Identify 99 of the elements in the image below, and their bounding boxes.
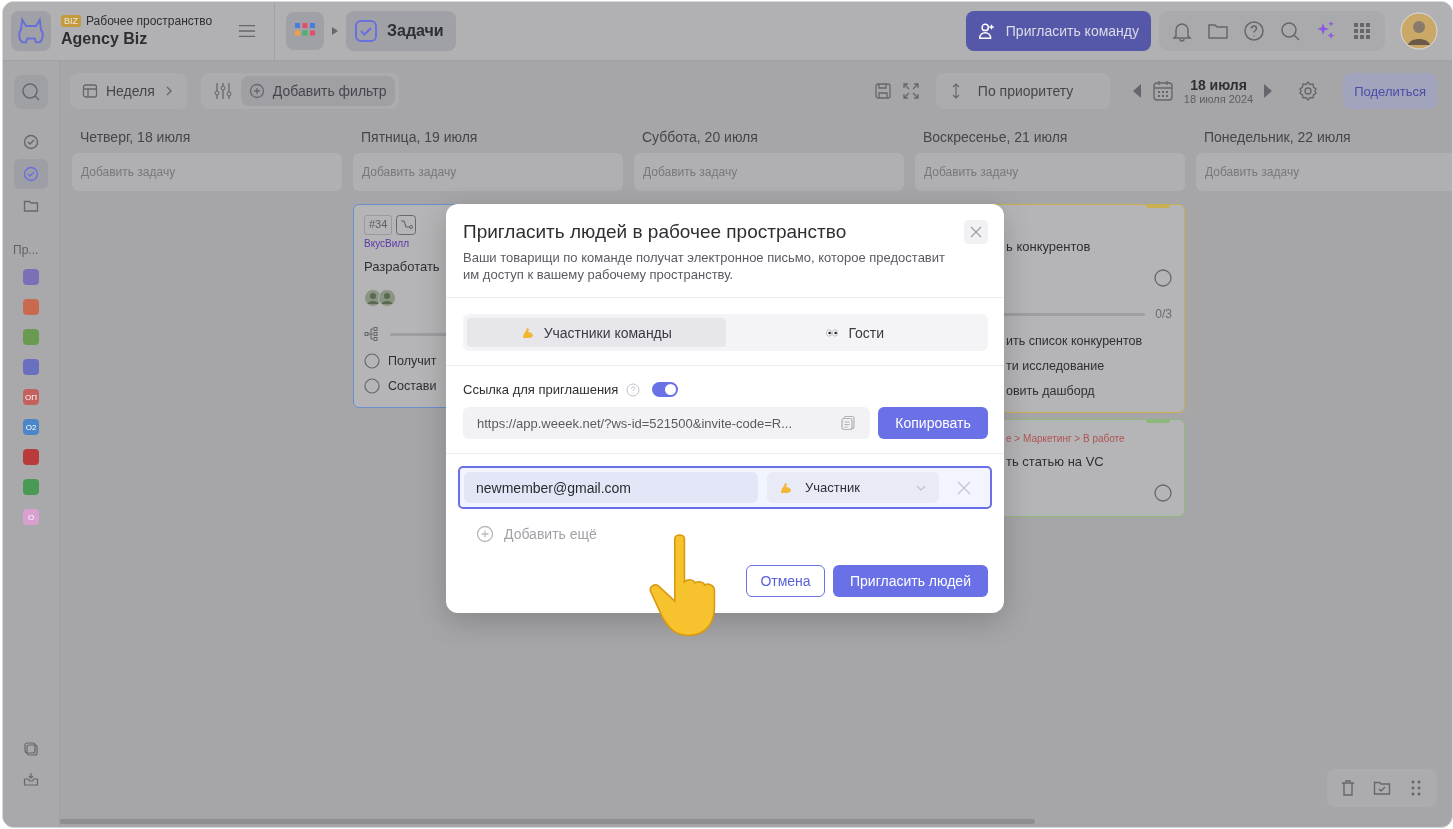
remove-icon[interactable]	[956, 479, 972, 496]
plus-circle-icon	[248, 83, 265, 99]
flexed-arm-icon	[520, 325, 535, 340]
card-flag	[1146, 419, 1170, 423]
check-circle-icon	[23, 166, 39, 182]
add-task-field[interactable]: Добавить задачу	[915, 153, 1185, 191]
help-icon[interactable]	[1243, 20, 1265, 42]
subtask-text: Состави	[388, 379, 437, 393]
task-path: е > Маркетинг > В работе	[1006, 433, 1125, 444]
check-circle-icon	[23, 134, 39, 150]
subtask-text: ить список конкурентов	[1006, 334, 1143, 348]
day-heading: Воскресенье, 21 июля	[922, 129, 1069, 147]
add-task-field[interactable]: Добавить задачу	[72, 153, 342, 191]
task-title: ь конкурентов	[1006, 239, 1091, 254]
add-user-icon	[977, 22, 996, 40]
sort-button[interactable]: По приоритету	[935, 73, 1110, 109]
folder-icon	[23, 198, 39, 214]
expand-icon[interactable]	[901, 82, 920, 100]
invite-link-label: Ссылка для приглашения	[463, 382, 619, 397]
week-view-button[interactable]: Неделя	[70, 73, 187, 109]
grid-icon[interactable]	[1351, 20, 1373, 42]
plus-circle-icon	[476, 525, 494, 543]
folder-check-icon[interactable]	[1373, 779, 1391, 797]
calendar-icon[interactable]	[1151, 80, 1174, 102]
workspace-badge: BIZ	[61, 15, 81, 27]
role-dropdown[interactable]: Участник	[767, 472, 939, 503]
subtasks-tree-icon	[364, 326, 380, 342]
workspace-label: Рабочее пространство	[86, 14, 213, 28]
task-done-circle[interactable]	[1154, 269, 1172, 287]
copy-icon[interactable]	[840, 415, 856, 431]
avatar-icon	[378, 289, 396, 307]
tasks-breadcrumb[interactable]: Задачи	[346, 11, 456, 51]
share-button[interactable]: Поделиться	[1343, 73, 1437, 109]
add-task-field[interactable]: Добавить задачу	[353, 153, 623, 191]
current-date-full: 18 июля 2024	[1183, 93, 1254, 105]
task-done-circle[interactable]	[1154, 484, 1172, 502]
link-icon	[396, 215, 417, 235]
inbox-icon[interactable]	[23, 771, 39, 787]
project-icon[interactable]	[23, 359, 39, 375]
invite-link-toggle[interactable]	[652, 382, 679, 397]
apps-grid-icon[interactable]	[286, 12, 324, 50]
project-icon[interactable]: ОП	[23, 389, 39, 405]
project-icon[interactable]	[23, 269, 39, 285]
day-heading: Суббота, 20 июля	[641, 129, 759, 147]
day-heading: Четверг, 18 июля	[79, 129, 192, 147]
project-icon[interactable]	[23, 479, 39, 495]
horizontal-scrollbar[interactable]	[60, 819, 1035, 824]
copy-button[interactable]: Копировать	[878, 407, 988, 439]
invite-people-button[interactable]: Пригласить людей	[833, 565, 988, 597]
dialog-title: Пригласить людей в рабочее пространство	[463, 221, 847, 243]
previous-icon[interactable]	[1131, 84, 1142, 98]
day-heading: Понедельник, 22 июля	[1203, 129, 1352, 147]
bell-icon[interactable]	[1171, 20, 1193, 42]
calendar-view-icon	[82, 83, 98, 99]
search-icon[interactable]	[1279, 20, 1301, 42]
help-icon[interactable]	[626, 382, 641, 397]
add-task-field[interactable]: Добавить задачу	[634, 153, 904, 191]
subtask-text: ти исследование	[1006, 359, 1105, 373]
cat-logo-icon[interactable]	[11, 11, 51, 51]
sidebar-nav-item[interactable]	[14, 159, 48, 189]
add-task-field[interactable]: Добавить задачу	[1196, 153, 1452, 191]
subtask-count: 0/3	[1155, 307, 1172, 321]
chevron-icon	[332, 27, 338, 35]
current-date: 18 июля	[1190, 77, 1247, 93]
user-avatar[interactable]	[1400, 12, 1438, 50]
workspace-name[interactable]: Agency Biz	[61, 30, 213, 48]
trash-icon[interactable]	[1339, 779, 1357, 797]
day-heading: Пятница, 19 июля	[360, 129, 479, 147]
project-icon[interactable]	[23, 449, 39, 465]
email-field[interactable]: newmember@gmail.com	[464, 472, 758, 503]
task-title: Разработать	[364, 259, 440, 274]
close-icon[interactable]	[964, 220, 988, 244]
menu-icon[interactable]	[238, 24, 256, 38]
project-icon[interactable]	[23, 329, 39, 345]
project-name: ВкусВилл	[364, 238, 409, 249]
card-flag	[1146, 204, 1170, 208]
sliders-icon[interactable]	[212, 81, 233, 101]
task-title: ть статью на VC	[1006, 454, 1104, 469]
subtask-checkbox[interactable]	[364, 353, 380, 369]
invite-link-field[interactable]: https://app.weeek.net/?ws-id=521500&invite-code=R...	[463, 407, 870, 439]
add-more-link[interactable]: Добавить ещё	[476, 525, 597, 543]
save-icon[interactable]	[873, 82, 892, 100]
project-icon[interactable]: О2	[23, 419, 39, 435]
invite-team-button[interactable]: Пригласить команду	[965, 11, 1151, 51]
projects-section-label: Пр...	[13, 243, 39, 257]
search-icon[interactable]	[14, 75, 48, 109]
subtask-checkbox[interactable]	[364, 378, 380, 394]
add-filter-button[interactable]: Добавить фильтр	[240, 76, 395, 106]
settings-icon[interactable]	[1297, 80, 1320, 102]
next-icon[interactable]	[1263, 84, 1274, 98]
invite-type-tab[interactable]: Участники команды	[467, 318, 726, 347]
cancel-button[interactable]: Отмена	[746, 565, 825, 597]
layers-icon[interactable]	[23, 741, 39, 757]
task-number: #34	[364, 215, 393, 235]
flexed-arm-icon	[779, 480, 793, 495]
checkbox-icon	[355, 20, 377, 42]
subtask-text: овить дашборд	[1006, 384, 1095, 398]
project-icon[interactable]	[23, 299, 39, 315]
subtask-text: Получит	[388, 354, 437, 368]
